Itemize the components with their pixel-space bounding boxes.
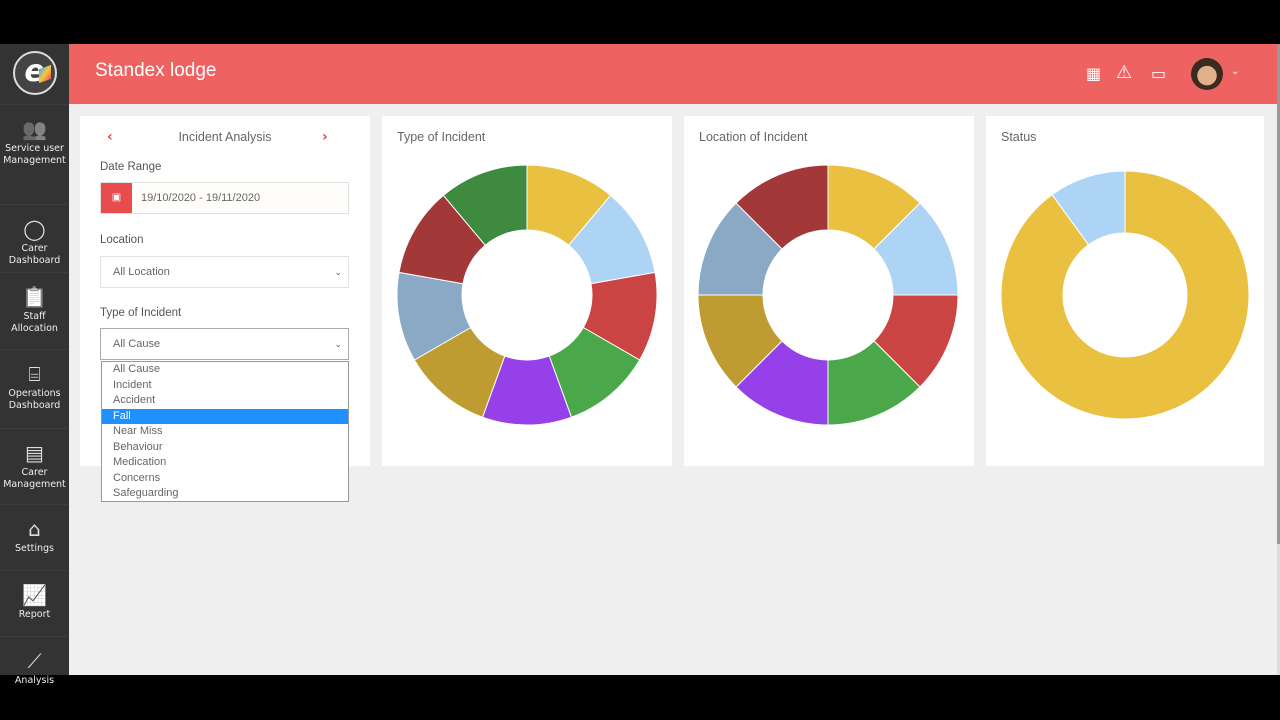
- sidebar-item-carer-management[interactable]: ▤ Carer Management: [0, 428, 69, 491]
- home-icon: ⌂: [28, 517, 41, 541]
- sidebar-item-analysis[interactable]: ⟋ Analysis: [0, 636, 69, 687]
- user-circle-icon: ◯: [23, 217, 46, 241]
- location-of-incident-chart: [697, 164, 959, 426]
- type-of-incident-chart: [396, 164, 658, 426]
- page-title: Standex lodge: [95, 60, 217, 81]
- id-card-icon: ▤: [25, 441, 44, 465]
- sidebar-item-settings[interactable]: ⌂ Settings: [0, 504, 69, 555]
- sidebar-item-label: Report: [18, 609, 51, 620]
- type-dropdown-list: All Cause Incident Accident Fall Near Miss Be…: [101, 361, 349, 502]
- sidebar: e 👥 Service user Management ◯ Carer Dashboard…: [0, 44, 69, 686]
- sidebar-item-label: Settings: [15, 543, 54, 554]
- sidebar-item-label: Operations: [8, 388, 61, 399]
- warning-icon[interactable]: ⚠: [1116, 62, 1132, 83]
- sidebar-item-report[interactable]: 📈 Report: [0, 570, 69, 621]
- sidebar-item-staff-allocation[interactable]: 📋 Staff Allocation: [0, 272, 69, 335]
- dropdown-option[interactable]: Medication: [102, 455, 348, 471]
- dropdown-option[interactable]: Concerns: [102, 471, 348, 487]
- avatar[interactable]: [1191, 58, 1223, 90]
- app: e 👥 Service user Management ◯ Carer Dashboard…: [0, 44, 1280, 686]
- date-range-input[interactable]: ▣ 19/10/2020 - 19/11/2020: [100, 182, 349, 214]
- dropdown-option[interactable]: Accident: [102, 393, 348, 409]
- clipboard-icon: 📋: [22, 285, 47, 309]
- sidebar-item-service-user-management[interactable]: 👥 Service user Management: [0, 104, 69, 167]
- dropdown-option[interactable]: Safeguarding: [102, 486, 348, 502]
- sidebar-item-label: Management: [3, 479, 66, 490]
- next-arrow-icon[interactable]: ›: [322, 129, 328, 145]
- header: Standex lodge ▦ ⚠ ▭ ⌄: [69, 44, 1277, 104]
- type-of-incident-panel: Type of Incident: [382, 116, 672, 466]
- sitemap-icon: ⌸: [28, 362, 41, 386]
- location-select[interactable]: All Location ⌄: [100, 256, 349, 288]
- line-chart-icon: ⟋: [27, 649, 42, 673]
- location-value: All Location: [113, 266, 170, 278]
- sidebar-item-label: Staff: [23, 311, 46, 322]
- status-chart: [1000, 170, 1250, 420]
- status-panel: Status: [986, 116, 1264, 466]
- type-value: All Cause: [113, 338, 161, 350]
- sidebar-item-label: Analysis: [14, 675, 55, 686]
- message-icon[interactable]: ▭: [1151, 64, 1166, 83]
- location-label: Location: [100, 234, 144, 246]
- dropdown-option[interactable]: All Cause: [102, 362, 348, 378]
- sidebar-item-label: Carer: [21, 243, 48, 254]
- chevron-down-icon[interactable]: ⌄: [1231, 66, 1239, 77]
- sidebar-item-label: Dashboard: [8, 400, 61, 411]
- calendar-icon[interactable]: ▦: [1086, 64, 1101, 83]
- type-label: Type of Incident: [100, 307, 182, 319]
- chevron-down-icon: ⌄: [334, 267, 342, 277]
- chevron-down-icon: ⌄: [334, 339, 342, 349]
- sidebar-item-operations-dashboard[interactable]: ⌸ Operations Dashboard: [0, 349, 69, 412]
- dropdown-option[interactable]: Behaviour: [102, 440, 348, 456]
- sidebar-item-label: Service user: [5, 143, 64, 154]
- sidebar-item-label: Management: [3, 155, 66, 166]
- dropdown-option[interactable]: Fall: [102, 408, 348, 424]
- date-range-label: Date Range: [100, 161, 162, 173]
- users-icon: 👥: [22, 117, 47, 141]
- dropdown-option[interactable]: Incident: [102, 378, 348, 394]
- chart-icon: 📈: [22, 583, 47, 607]
- type-select[interactable]: All Cause ⌄: [100, 328, 349, 360]
- sidebar-item-label: Carer: [21, 467, 48, 478]
- date-range-value: 19/10/2020 - 19/11/2020: [141, 192, 261, 204]
- sidebar-item-carer-dashboard[interactable]: ◯ Carer Dashboard: [0, 204, 69, 267]
- location-of-incident-panel: Location of Incident: [684, 116, 974, 466]
- sidebar-item-label: Allocation: [11, 323, 58, 334]
- logo[interactable]: e: [12, 51, 57, 95]
- sidebar-item-label: Dashboard: [8, 255, 61, 266]
- calendar-icon[interactable]: ▣: [101, 183, 132, 213]
- dropdown-option[interactable]: Near Miss: [102, 424, 348, 440]
